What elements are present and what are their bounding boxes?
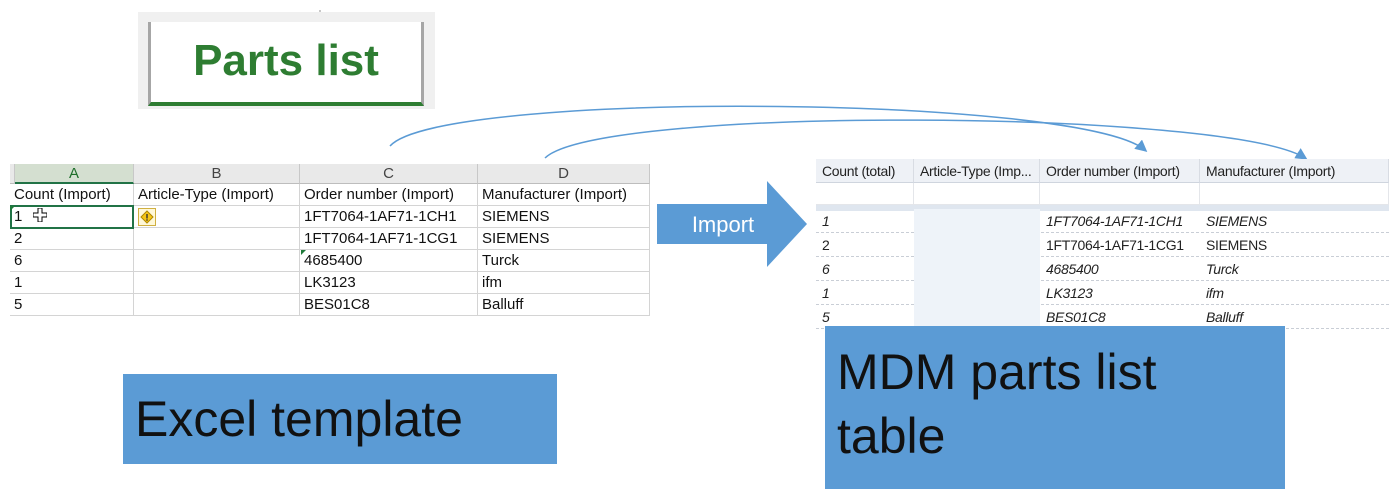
cell[interactable]: ifm (478, 272, 650, 294)
cell (914, 233, 1040, 257)
warning-icon[interactable] (138, 208, 156, 226)
mdm-header-order-number[interactable]: Order number (Import) (1040, 159, 1200, 183)
cell: SIEMENS (1206, 213, 1267, 229)
cell: 1FT7064-1AF71-1CH1 (1046, 213, 1183, 229)
cell: ifm (1206, 285, 1224, 301)
filter-cell[interactable] (816, 183, 914, 205)
connector-order-number (389, 105, 1148, 152)
header-cell[interactable]: Order number (Import) (300, 184, 478, 206)
table-row: 2 1FT7064-1AF71-1CG1 SIEMENS (10, 228, 650, 250)
cell[interactable]: 1 (10, 272, 134, 294)
mdm-caption-line-2: table (837, 408, 946, 464)
cell[interactable]: Turck (478, 250, 650, 272)
table-row-partial (10, 316, 650, 320)
cursor-cross-icon (33, 208, 47, 222)
cell[interactable]: 6 (10, 250, 134, 272)
table-header-row: Count (Import) Article-Type (Import) Ord… (10, 184, 650, 206)
cell[interactable]: 1FT7064-1AF71-1CH1 (300, 206, 478, 228)
filter-cell[interactable] (914, 183, 1040, 205)
table-row: 1 LK3123 ifm (10, 272, 650, 294)
header-cell[interactable]: Manufacturer (Import) (478, 184, 650, 206)
cell[interactable] (134, 250, 300, 272)
mdm-table-caption-text: MDM parts list table (837, 340, 1277, 468)
column-header-c[interactable]: C (300, 164, 478, 184)
parts-list-title-frame: Parts list (148, 22, 424, 106)
mdm-table-caption: MDM parts list table (825, 326, 1285, 489)
cell[interactable]: SIEMENS (478, 206, 650, 228)
filter-cell[interactable] (1200, 183, 1389, 205)
table-row[interactable]: 1 1FT7064-1AF71-1CH1 SIEMENS (816, 209, 1389, 233)
cell: Turck (1206, 261, 1239, 277)
table-row[interactable]: 2 1FT7064-1AF71-1CG1 SIEMENS (816, 233, 1389, 257)
parts-list-title-box: Parts list (138, 12, 435, 109)
filter-cell[interactable] (1040, 183, 1200, 205)
page-title: Parts list (193, 36, 379, 85)
cell[interactable]: LK3123 (300, 272, 478, 294)
error-indicator-icon (10, 206, 15, 211)
table-row[interactable]: 1 LK3123 ifm (816, 281, 1389, 305)
excel-sheet: A B C D Count (Import) Article-Type (Imp… (10, 164, 650, 320)
cell[interactable] (134, 294, 300, 316)
table-row[interactable]: 6 4685400 Turck (816, 257, 1389, 281)
cell[interactable]: 2 (10, 228, 134, 250)
cell[interactable] (134, 272, 300, 294)
mdm-caption-line-1: MDM parts list (837, 344, 1157, 400)
cell (914, 257, 1040, 281)
cell[interactable] (134, 228, 300, 250)
excel-template-caption: Excel template (123, 374, 557, 464)
cell[interactable]: 1FT7064-1AF71-1CG1 (300, 228, 478, 250)
cell[interactable]: 1 (10, 206, 134, 228)
mdm-header-article-type[interactable]: Article-Type (Imp... (914, 159, 1040, 183)
cell: 6 (822, 261, 830, 277)
cell[interactable] (134, 206, 300, 228)
column-header-a[interactable]: A (15, 164, 134, 184)
cell: 1FT7064-1AF71-1CG1 (1046, 237, 1184, 253)
excel-template-caption-text: Excel template (135, 391, 463, 447)
error-indicator-icon (301, 250, 306, 255)
header-cell[interactable]: Article-Type (Import) (134, 184, 300, 206)
cell: 2 (822, 237, 830, 253)
column-header-b[interactable]: B (134, 164, 300, 184)
cell: 4685400 (1046, 261, 1099, 277)
import-label: Import (691, 212, 755, 237)
cell[interactable]: BES01C8 (300, 294, 478, 316)
mdm-header-count[interactable]: Count (total) (816, 159, 914, 183)
header-cell[interactable]: Count (Import) (10, 184, 134, 206)
cell (914, 281, 1040, 305)
mdm-header-manufacturer[interactable]: Manufacturer (Import) (1200, 159, 1389, 183)
table-row: 5 BES01C8 Balluff (10, 294, 650, 316)
cell: 1 (822, 285, 830, 301)
mdm-parts-table: Count (total) Article-Type (Imp... Order… (816, 159, 1389, 329)
column-header-d[interactable]: D (478, 164, 650, 184)
connector-manufacturer (544, 119, 1308, 160)
cell[interactable]: 5 (10, 294, 134, 316)
cell[interactable]: SIEMENS (478, 228, 650, 250)
cell: 1 (822, 213, 830, 229)
cell[interactable]: Balluff (478, 294, 650, 316)
cell: LK3123 (1046, 285, 1093, 301)
cell[interactable]: 4685400 (300, 250, 478, 272)
table-row: 6 4685400 Turck (10, 250, 650, 272)
cell (914, 209, 1040, 233)
cell: SIEMENS (1206, 237, 1267, 253)
table-row: 1 1FT7064-1AF71-1CH1 SIEMENS (10, 206, 650, 228)
